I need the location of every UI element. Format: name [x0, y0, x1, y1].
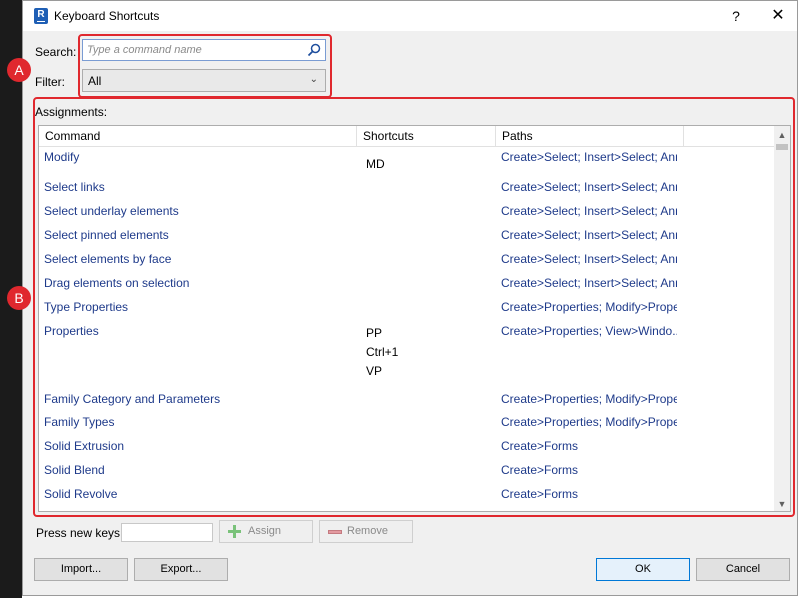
remove-button-label: Remove	[347, 525, 388, 537]
export-button[interactable]: Export...	[134, 558, 228, 581]
help-button[interactable]: ?	[723, 4, 749, 28]
title-bar: R Keyboard Shortcuts ? ✕	[23, 1, 797, 31]
close-button[interactable]: ✕	[765, 4, 791, 28]
callout-highlight-a	[78, 34, 332, 98]
filter-label: Filter:	[35, 75, 65, 89]
callout-badge-a: A	[7, 58, 31, 82]
press-new-keys-label: Press new keys:	[36, 526, 124, 540]
keyboard-shortcuts-dialog: R Keyboard Shortcuts ? ✕ Search: Filter:…	[7, 0, 798, 596]
new-keys-input[interactable]	[121, 523, 213, 542]
assign-button-label: Assign	[248, 525, 282, 537]
app-logo-icon: R	[34, 8, 48, 24]
remove-button[interactable]: Remove	[319, 520, 413, 543]
callout-badge-b: B	[7, 286, 31, 310]
assign-button[interactable]: Assign	[219, 520, 313, 543]
minus-icon	[328, 530, 342, 534]
search-label: Search:	[35, 45, 77, 59]
cancel-button[interactable]: Cancel	[696, 558, 790, 581]
window-title: Keyboard Shortcuts	[54, 9, 160, 23]
import-button[interactable]: Import...	[34, 558, 128, 581]
plus-icon	[228, 525, 241, 538]
ok-button[interactable]: OK	[596, 558, 690, 581]
callout-highlight-b	[33, 97, 795, 517]
